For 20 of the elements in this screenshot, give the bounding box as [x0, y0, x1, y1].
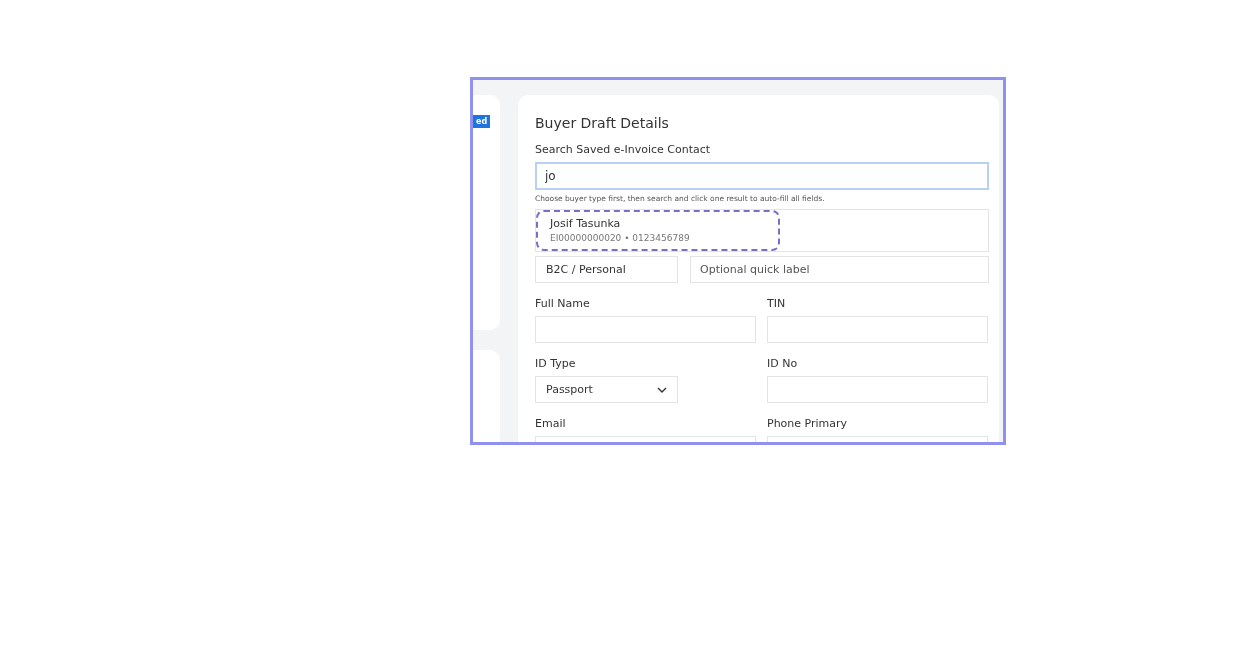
field-label: Search Saved e-Invoice Contact — [535, 143, 712, 156]
form-title: Buyer Draft Details — [535, 115, 670, 131]
field-label: Full Name — [535, 297, 591, 310]
input-field[interactable] — [767, 316, 988, 343]
field-label: ID No — [767, 357, 799, 370]
search-field[interactable]: jo — [535, 162, 989, 190]
field-label: TIN — [767, 297, 787, 310]
chevron-down-icon — [657, 386, 667, 393]
field-label: Email — [535, 417, 567, 430]
field-label: Phone Primary — [767, 417, 849, 430]
status-badge: ed — [473, 115, 491, 128]
field-label: ID Type — [535, 357, 577, 370]
contact-result[interactable]: Josif Tasunka EI00000000020 • 0123456789 — [536, 210, 780, 251]
select-field[interactable]: Passport — [535, 376, 678, 403]
input-field[interactable] — [767, 376, 988, 403]
input-field[interactable] — [535, 316, 756, 343]
quick-label-field[interactable]: Optional quick label — [690, 256, 989, 283]
buyer-type-select[interactable]: B2C / Personal — [535, 256, 678, 283]
contact-name: Josif Tasunka — [550, 217, 622, 230]
contact-detail: EI00000000020 • 0123456789 — [550, 233, 691, 243]
